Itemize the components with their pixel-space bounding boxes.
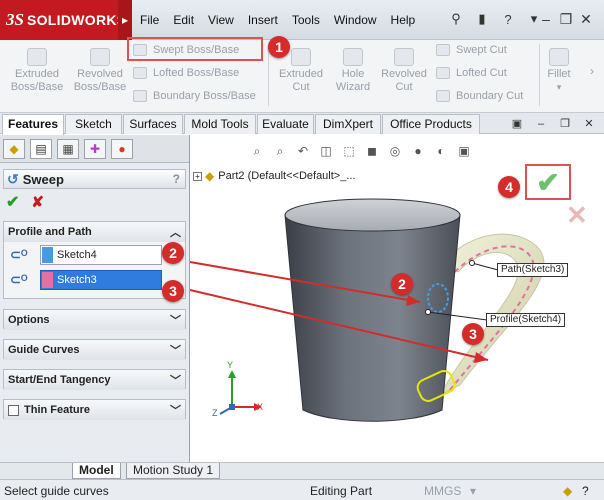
status-bar: Select guide curves Editing Part MMGS ▾ … [0, 479, 604, 500]
status-dropdown-icon[interactable]: ▾ [470, 484, 476, 498]
previous-view-icon[interactable]: ↶ [294, 144, 312, 160]
mug-rim [284, 198, 461, 232]
tab-model[interactable]: Model [72, 463, 121, 479]
status-mode: Editing Part [310, 484, 373, 498]
confirmation-cancel-button[interactable]: ✕ [566, 200, 588, 231]
tree-expand-icon[interactable]: + [193, 171, 202, 181]
hide-show-icon[interactable]: ◎ [386, 144, 404, 160]
annotation-badge-3: 3 [162, 280, 184, 302]
path-callout: Path(Sketch3) [497, 263, 569, 277]
profile-callout: Profile(Sketch4) [486, 313, 566, 327]
apply-scene-icon[interactable]: ◐ [432, 144, 450, 160]
mug-model [189, 198, 545, 422]
confirmation-ok-button[interactable]: ✔ [525, 164, 571, 200]
axis-y-label: Y [227, 360, 234, 370]
annotation-badge-3b: 3 [462, 323, 484, 345]
zoom-area-icon[interactable]: ⌕ [271, 144, 289, 160]
rebuild-icon[interactable]: ◆ [563, 484, 572, 498]
edit-appearance-icon[interactable]: ● [409, 144, 427, 160]
tab-motion-study[interactable]: Motion Study 1 [126, 463, 221, 479]
part-icon: ◆ [205, 169, 215, 183]
status-message: Select guide curves [4, 484, 109, 498]
axis-z-label: Z [212, 408, 218, 418]
heads-up-toolbar: ⌕ ⌕ ↶ ◫ ⬚ ◼ ◎ ● ◐ ▣ [248, 144, 478, 160]
section-view-icon[interactable]: ◫ [317, 144, 335, 160]
annotation-badge-2b: 2 [391, 273, 413, 295]
ok-check-icon: ✔ [536, 166, 560, 198]
annotation-badge-4: 4 [498, 176, 520, 198]
view-settings-icon[interactable]: ▣ [455, 144, 473, 160]
cancel-x-icon: ✕ [566, 200, 588, 230]
help-icon[interactable]: ? [582, 484, 589, 498]
zoom-to-fit-icon[interactable]: ⌕ [248, 144, 266, 160]
path-callout-leader [471, 262, 499, 271]
tree-part-label: Part2 (Default<<Default>_... [218, 170, 356, 182]
axis-x-label: X [257, 402, 264, 412]
annotation-badge-2: 2 [162, 242, 184, 264]
view-orientation-icon[interactable]: ⬚ [340, 144, 358, 160]
display-style-icon[interactable]: ◼ [363, 144, 381, 160]
flyout-feature-tree[interactable]: + ◆ Part2 (Default<<Default>_... [193, 169, 356, 183]
bottom-tabs: Model Motion Study 1 [0, 462, 604, 479]
status-units[interactable]: MMGS [424, 484, 461, 498]
